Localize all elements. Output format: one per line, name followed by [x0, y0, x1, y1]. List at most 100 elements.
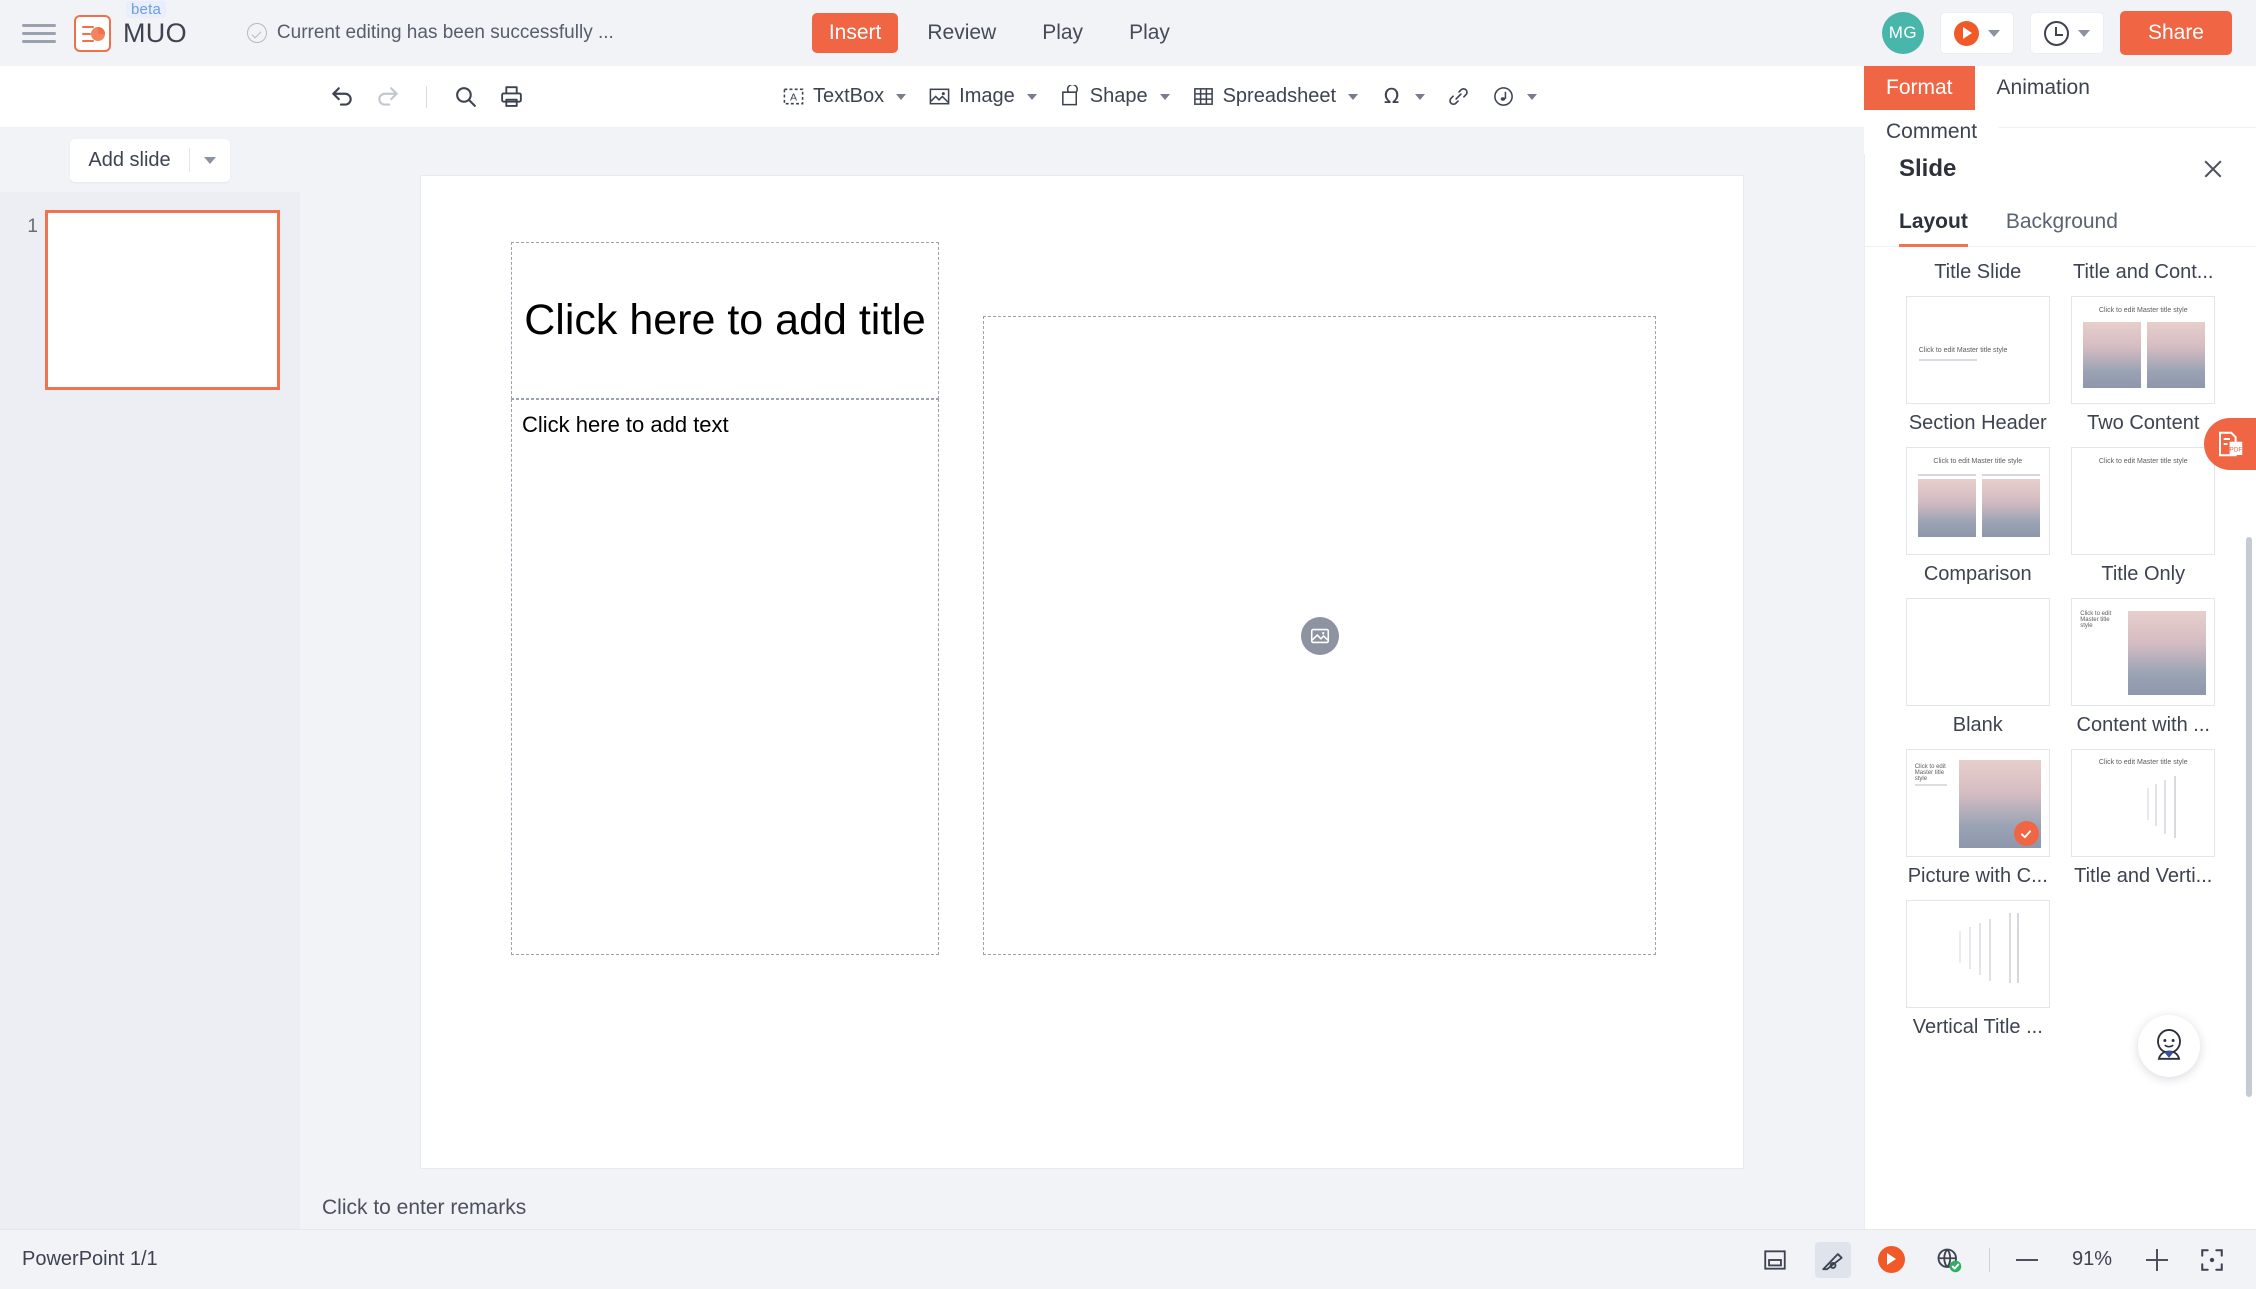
- layout-item-title-only[interactable]: Click to edit Master title style Title O…: [2061, 447, 2227, 594]
- insert-textbox-button[interactable]: A TextBox: [773, 79, 915, 114]
- layout-item-content-with-caption[interactable]: Click to edit Master title style Content…: [2061, 598, 2227, 745]
- chevron-down-icon: [1527, 93, 1538, 100]
- menu-item-insert[interactable]: Insert: [811, 13, 899, 53]
- layout-item-two-content[interactable]: Click to edit Master title style Two Con…: [2061, 296, 2227, 443]
- tab-animation[interactable]: Animation: [1974, 66, 2112, 110]
- slide-thumbnail-preview[interactable]: [45, 210, 280, 390]
- insert-spreadsheet-button[interactable]: Spreadsheet: [1183, 79, 1367, 114]
- history-button[interactable]: [2029, 12, 2104, 54]
- share-button[interactable]: Share: [2119, 11, 2232, 55]
- layout-thumbnail[interactable]: [1905, 900, 2050, 1008]
- layout-thumbnail[interactable]: Click to edit Master title style: [1905, 447, 2050, 555]
- layout-thumbnail[interactable]: Click to edit Master title style: [1905, 749, 2050, 857]
- insert-image-button[interactable]: Image: [919, 79, 1046, 114]
- layout-item-blank[interactable]: Blank: [1895, 598, 2061, 745]
- print-icon[interactable]: [491, 77, 531, 117]
- add-slide-label: Add slide: [88, 148, 171, 171]
- svg-text:A: A: [790, 91, 797, 103]
- layout-item-picture-with-caption[interactable]: Click to edit Master title style Picture…: [1895, 749, 2061, 896]
- top-bar: beta MUO Current editing has been succes…: [0, 0, 2256, 66]
- search-icon[interactable]: [445, 77, 485, 117]
- layout-gallery-scrollbar[interactable]: [2246, 537, 2252, 1097]
- slide-thumbnail-item[interactable]: 1: [0, 210, 300, 390]
- export-pdf-icon[interactable]: PDF: [2204, 418, 2256, 470]
- layout-label: Vertical Title ...: [1912, 1016, 2043, 1038]
- title-placeholder-text: Click here to add title: [524, 296, 926, 345]
- insert-textbox-label: TextBox: [813, 85, 885, 107]
- hamburger-menu-icon[interactable]: [22, 16, 56, 50]
- app-root: beta MUO Current editing has been succes…: [0, 0, 2256, 1289]
- layout-thumbnail[interactable]: Click to edit Master title style: [1905, 296, 2050, 404]
- document-info: PowerPoint 1/1: [22, 1248, 158, 1270]
- avatar[interactable]: MG: [1881, 12, 1924, 54]
- undo-icon[interactable]: [322, 77, 362, 117]
- remarks-field[interactable]: Click to enter remarks: [300, 1168, 1864, 1220]
- selected-check-badge: [2013, 821, 2039, 846]
- layout-label: Comparison: [1923, 563, 2032, 585]
- check-circle-icon: [246, 23, 267, 43]
- layout-thumbnail[interactable]: Click to edit Master title style: [2071, 749, 2216, 857]
- thumb-master-title: Click to edit Master title style: [1933, 458, 2023, 465]
- chevron-down-icon: [896, 93, 907, 100]
- layout-item-title-and-content[interactable]: Title and Cont...: [2061, 253, 2227, 292]
- layout-label: Title and Verti...: [2074, 865, 2213, 887]
- toolbar-divider: [426, 85, 427, 108]
- panel-tabs: Layout Background: [1865, 184, 2256, 247]
- chevron-down-icon: [1348, 93, 1359, 100]
- panel-outer-tabs-row2: Comment: [1864, 110, 2256, 154]
- insert-shape-button[interactable]: Shape: [1050, 79, 1179, 114]
- right-panel-wrapper: Format Animation Comment Slide Layout Ba…: [1864, 66, 2256, 1229]
- tab-background[interactable]: Background: [2006, 210, 2118, 246]
- insert-link-button[interactable]: [1438, 79, 1479, 114]
- tab-format[interactable]: Format: [1864, 66, 1975, 110]
- picture-placeholder[interactable]: [983, 316, 1656, 955]
- textbox-icon: A: [783, 88, 804, 105]
- add-slide-button[interactable]: Add slide: [70, 138, 230, 182]
- layout-thumbnail[interactable]: Click to edit Master title style: [2071, 447, 2216, 555]
- tab-layout[interactable]: Layout: [1899, 210, 1968, 247]
- layout-thumbnail[interactable]: Click to edit Master title style: [2071, 296, 2216, 404]
- insert-symbol-button[interactable]: Ω: [1371, 78, 1434, 115]
- panel-title: Slide: [1899, 155, 1957, 182]
- fit-to-screen-icon[interactable]: [2194, 1242, 2230, 1278]
- tab-comment[interactable]: Comment: [1864, 110, 2000, 154]
- insert-audio-button[interactable]: [1483, 79, 1546, 114]
- main-body: Add slide 1 Click here to add title Clic…: [0, 66, 2256, 1229]
- ribbon-menu: Insert Review Play Play: [811, 13, 1187, 53]
- zoom-out-icon[interactable]: [2012, 1245, 2042, 1275]
- assistant-avatar-icon[interactable]: [2138, 1015, 2200, 1077]
- panel-outer-tabs: Format Animation Comment: [1864, 66, 2256, 154]
- body-placeholder[interactable]: Click here to add text: [511, 399, 939, 955]
- layout-thumbnail[interactable]: Click to edit Master title style: [2071, 598, 2216, 706]
- layout-item-comparison[interactable]: Click to edit Master title style Compari…: [1895, 447, 2061, 594]
- network-status-icon[interactable]: [1931, 1242, 1967, 1278]
- chevron-down-icon: [1415, 93, 1426, 100]
- slide-canvas[interactable]: Click here to add title Click here to ad…: [421, 176, 1743, 1168]
- close-icon[interactable]: [2198, 154, 2228, 184]
- table-icon: [1193, 88, 1213, 105]
- pen-view-icon[interactable]: [1815, 1241, 1851, 1278]
- layout-item-title-slide[interactable]: Title Slide: [1895, 253, 2061, 292]
- beta-badge: beta: [126, 0, 166, 18]
- layout-item-section-header[interactable]: Click to edit Master title style Section…: [1895, 296, 2061, 443]
- add-slide-dropdown[interactable]: [190, 147, 230, 174]
- top-bar-actions: MG Share: [1881, 11, 2232, 55]
- menu-item-play-2[interactable]: Play: [1112, 13, 1187, 53]
- layout-item-vertical-title-and-text[interactable]: Vertical Title ...: [1895, 900, 2061, 1047]
- thumb-master-title: Click to edit Master title style: [2080, 611, 2112, 629]
- insert-shape-label: Shape: [1089, 85, 1148, 107]
- image-placeholder-icon[interactable]: [1300, 616, 1339, 655]
- menu-item-play[interactable]: Play: [1025, 13, 1100, 53]
- slide-navigator-panel: Add slide 1: [0, 128, 300, 1229]
- play-circle-icon[interactable]: [1873, 1242, 1909, 1278]
- play-circle-icon: [1953, 20, 1979, 46]
- normal-view-icon[interactable]: [1757, 1242, 1793, 1278]
- svg-text:Ω: Ω: [1384, 84, 1399, 108]
- layout-thumbnail[interactable]: [1905, 598, 2050, 706]
- app-logo-icon[interactable]: [74, 14, 111, 52]
- menu-item-review[interactable]: Review: [910, 13, 1013, 53]
- layout-item-title-and-vertical-text[interactable]: Click to edit Master title style Title a…: [2061, 749, 2227, 896]
- present-button[interactable]: [1939, 12, 2014, 54]
- title-placeholder[interactable]: Click here to add title: [511, 242, 939, 399]
- zoom-in-icon[interactable]: [2142, 1245, 2172, 1275]
